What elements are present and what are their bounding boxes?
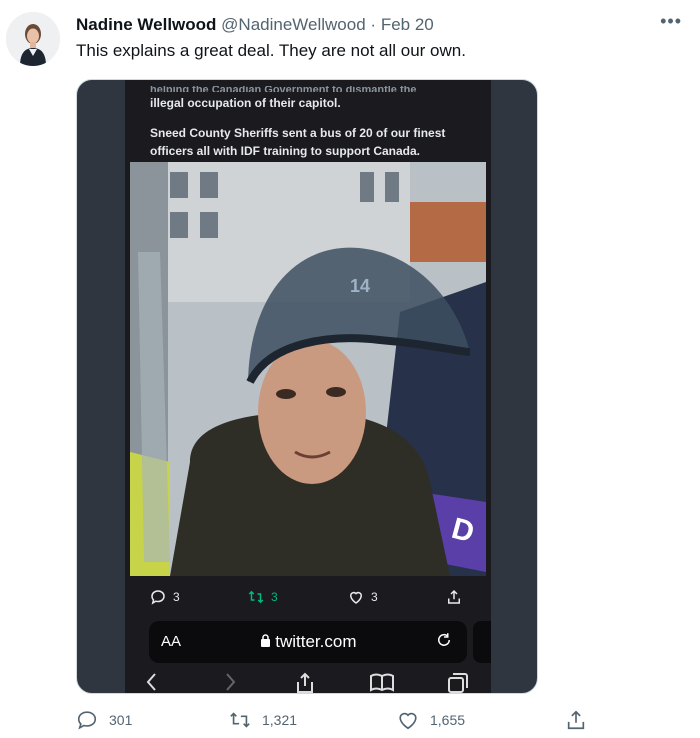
embedded-like: 3 [347,588,378,606]
helmet-number: 14 [350,276,370,296]
tweet-text: This explains a great deal. They are not… [76,41,466,60]
embedded-reply: 3 [149,588,180,606]
like-button[interactable]: 1,655 [397,709,465,731]
embedded-line-1: illegal occupation of their capitol. [150,96,341,110]
tweet-header: Nadine Wellwood @NadineWellwood · Feb 20 [76,14,434,36]
url-text: twitter.com [149,632,467,652]
reply-icon [151,590,165,605]
embedded-screenshot: helping the Canadian Government to disma… [125,80,491,693]
like-count: 1,655 [430,712,466,728]
forward-icon [226,673,236,691]
author-avatar[interactable] [6,12,60,66]
browser-next-tab [473,621,491,663]
tabs-icon [448,673,468,693]
url-value: twitter.com [275,632,357,651]
back-icon [146,673,156,691]
embedded-reply-count: 3 [173,590,180,604]
share-button[interactable] [565,709,587,731]
tweet-action-bar: 301 1,321 1,655 [76,709,596,733]
embedded-cut-line: helping the Canadian Government to disma… [150,86,417,92]
embedded-photo: D 14 [130,162,486,576]
heart-icon [349,591,363,604]
retweet-icon [230,712,250,728]
lock-icon [260,634,270,647]
embedded-line-2: Sneed County Sheriffs sent a bus of 20 o… [150,126,446,158]
share-sheet-icon [297,672,313,693]
heart-icon [399,712,417,730]
reply-icon [77,711,97,730]
embedded-retweet-count: 3 [271,590,278,604]
author-handle[interactable]: @NadineWellwood [221,15,366,34]
retweet-button[interactable]: 1,321 [229,709,297,731]
embedded-share [445,588,463,606]
browser-toolbar [125,670,491,693]
retweet-count: 1,321 [262,712,298,728]
reload-icon [435,631,453,654]
retweet-icon [248,590,264,604]
bookmarks-icon [370,673,394,692]
embedded-tweet-text: helping the Canadian Government to disma… [150,86,470,172]
author-name[interactable]: Nadine Wellwood [76,15,216,34]
share-icon [567,710,585,730]
embedded-like-count: 3 [371,590,378,604]
share-icon [448,589,460,604]
reply-button[interactable]: 301 [76,709,132,731]
embedded-action-bar: 3 3 3 [125,580,491,614]
embedded-retweet: 3 [247,588,278,606]
separator-dot: · [370,15,377,34]
tweet-date[interactable]: Feb 20 [381,15,434,34]
tweet-media-image[interactable]: helping the Canadian Government to disma… [76,79,538,694]
browser-url-bar: AA twitter.com [149,621,467,663]
reply-count: 301 [109,712,133,728]
more-icon[interactable]: ••• [660,11,682,32]
